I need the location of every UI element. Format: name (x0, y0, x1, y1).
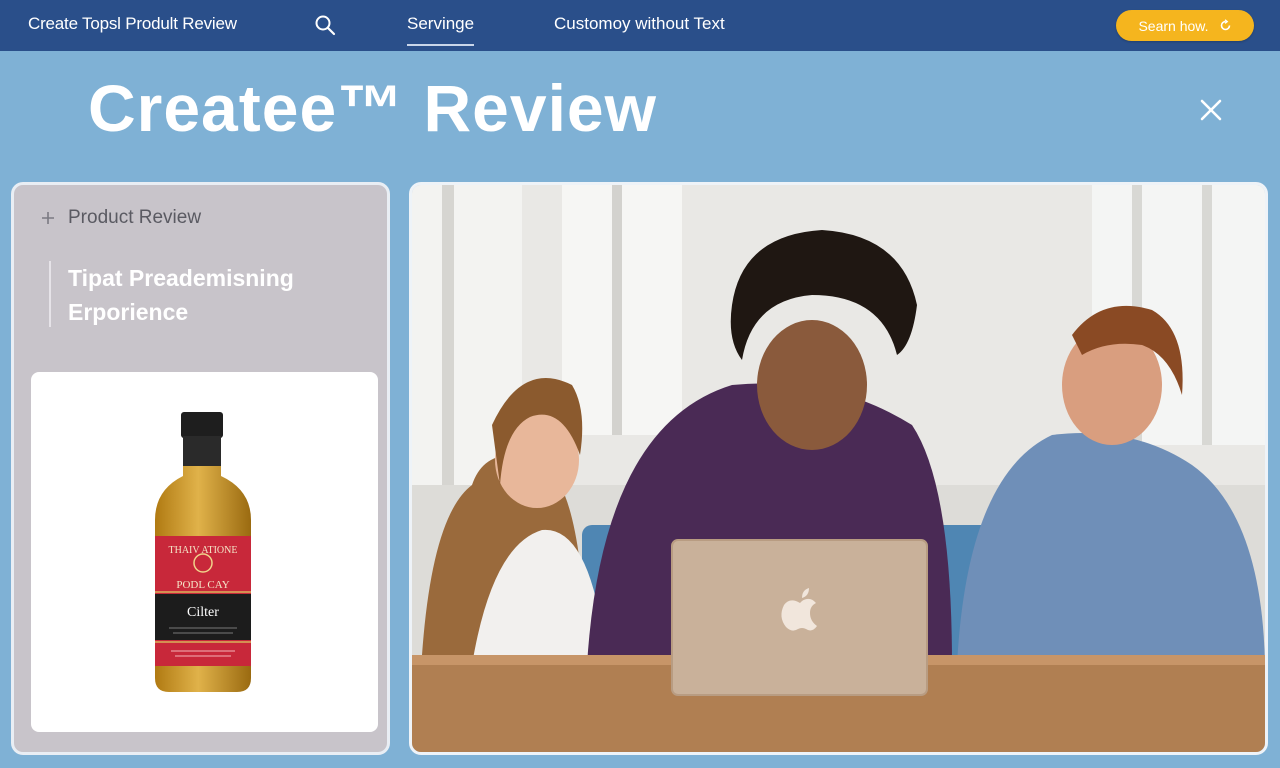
site-title[interactable]: Create Topsl Prodult Review (28, 14, 237, 34)
blurb-line-1: Tipat Preademisning (68, 265, 294, 291)
section-blurb: Tipat Preademisning Erporience (68, 261, 358, 329)
product-bottle-image: THAIV ATIONE PODL CAY Cilter (155, 412, 251, 692)
hero-photo (409, 182, 1268, 755)
bottle-label-line-1: THAIV ATIONE (169, 545, 238, 556)
close-icon[interactable] (1198, 97, 1224, 123)
product-review-panel: Product Review Tipat Preademisning Erpor… (11, 182, 390, 755)
photo-scene (412, 185, 1265, 752)
cta-button[interactable]: Searn how. (1116, 10, 1254, 41)
refresh-icon (1220, 19, 1230, 31)
section-header[interactable]: Product Review (40, 207, 201, 229)
nav-tab-servinge[interactable]: Servinge (407, 14, 475, 46)
blurb-line-2: Erporience (68, 299, 189, 325)
bottle-label-line-3: Cilter (187, 605, 219, 620)
bottle-label-line-2: PODL CAY (176, 579, 229, 591)
section-label: Product Review (68, 207, 202, 228)
page-title: Createe™ Review (88, 71, 657, 145)
plus-icon (42, 212, 54, 224)
top-navigation-bar: Create Topsl Prodult Review Servinge Cus… (0, 0, 1280, 51)
product-image-card[interactable]: THAIV ATIONE PODL CAY Cilter (31, 372, 378, 732)
cta-label: Searn how. (1138, 17, 1209, 34)
accent-divider (49, 261, 51, 327)
search-icon[interactable] (314, 14, 336, 36)
nav-tab-customoy[interactable]: Customoy without Text (554, 14, 725, 34)
